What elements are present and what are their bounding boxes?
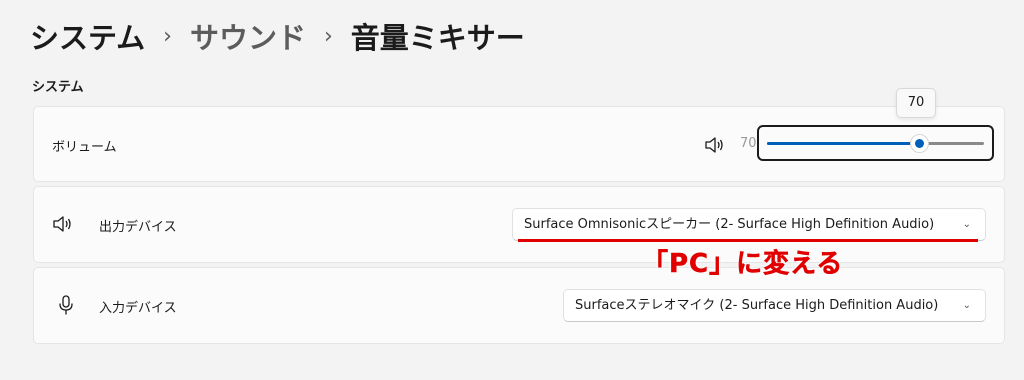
- speaker-icon: [52, 213, 74, 235]
- output-device-dropdown[interactable]: Surface Omnisonicスピーカー (2- Surface High …: [512, 208, 986, 241]
- volume-card: ボリューム 70: [33, 106, 1005, 182]
- slider-track[interactable]: [767, 142, 984, 145]
- section-title: システム: [32, 80, 84, 95]
- microphone-icon: [55, 294, 77, 316]
- output-device-label: 出力デバイス: [99, 220, 177, 235]
- output-device-card: 出力デバイス Surface Omnisonicスピーカー (2- Surfac…: [33, 186, 1005, 263]
- input-device-selected: Surfaceステレオマイク (2- Surface High Definiti…: [575, 298, 939, 313]
- output-device-selected: Surface Omnisonicスピーカー (2- Surface High …: [524, 217, 935, 232]
- input-device-dropdown[interactable]: Surfaceステレオマイク (2- Surface High Definiti…: [563, 289, 986, 322]
- volume-slider[interactable]: [757, 125, 994, 161]
- speaker-icon[interactable]: [704, 134, 726, 156]
- slider-thumb[interactable]: [909, 134, 929, 153]
- breadcrumb-sound[interactable]: サウンド: [190, 15, 306, 57]
- chevron-down-icon: ⌄: [962, 219, 971, 230]
- volume-tooltip: 70: [896, 88, 936, 118]
- volume-value: 70: [740, 136, 757, 151]
- breadcrumb-separator-icon: ›: [163, 23, 172, 49]
- chevron-down-icon: ⌄: [962, 300, 971, 311]
- breadcrumb-system[interactable]: システム: [30, 15, 145, 57]
- breadcrumb-separator-icon: ›: [323, 23, 333, 49]
- volume-label: ボリューム: [52, 140, 117, 155]
- breadcrumb: システム › サウンド › 音量ミキサー: [30, 14, 525, 58]
- annotation-text: 「PC」に変える: [642, 249, 844, 280]
- page-title: 音量ミキサー: [350, 21, 525, 55]
- slider-fill: [767, 142, 919, 145]
- annotation-underline: [518, 239, 978, 242]
- input-device-card: 入力デバイス Surfaceステレオマイク (2- Surface High D…: [33, 267, 1005, 344]
- input-device-label: 入力デバイス: [99, 301, 177, 316]
